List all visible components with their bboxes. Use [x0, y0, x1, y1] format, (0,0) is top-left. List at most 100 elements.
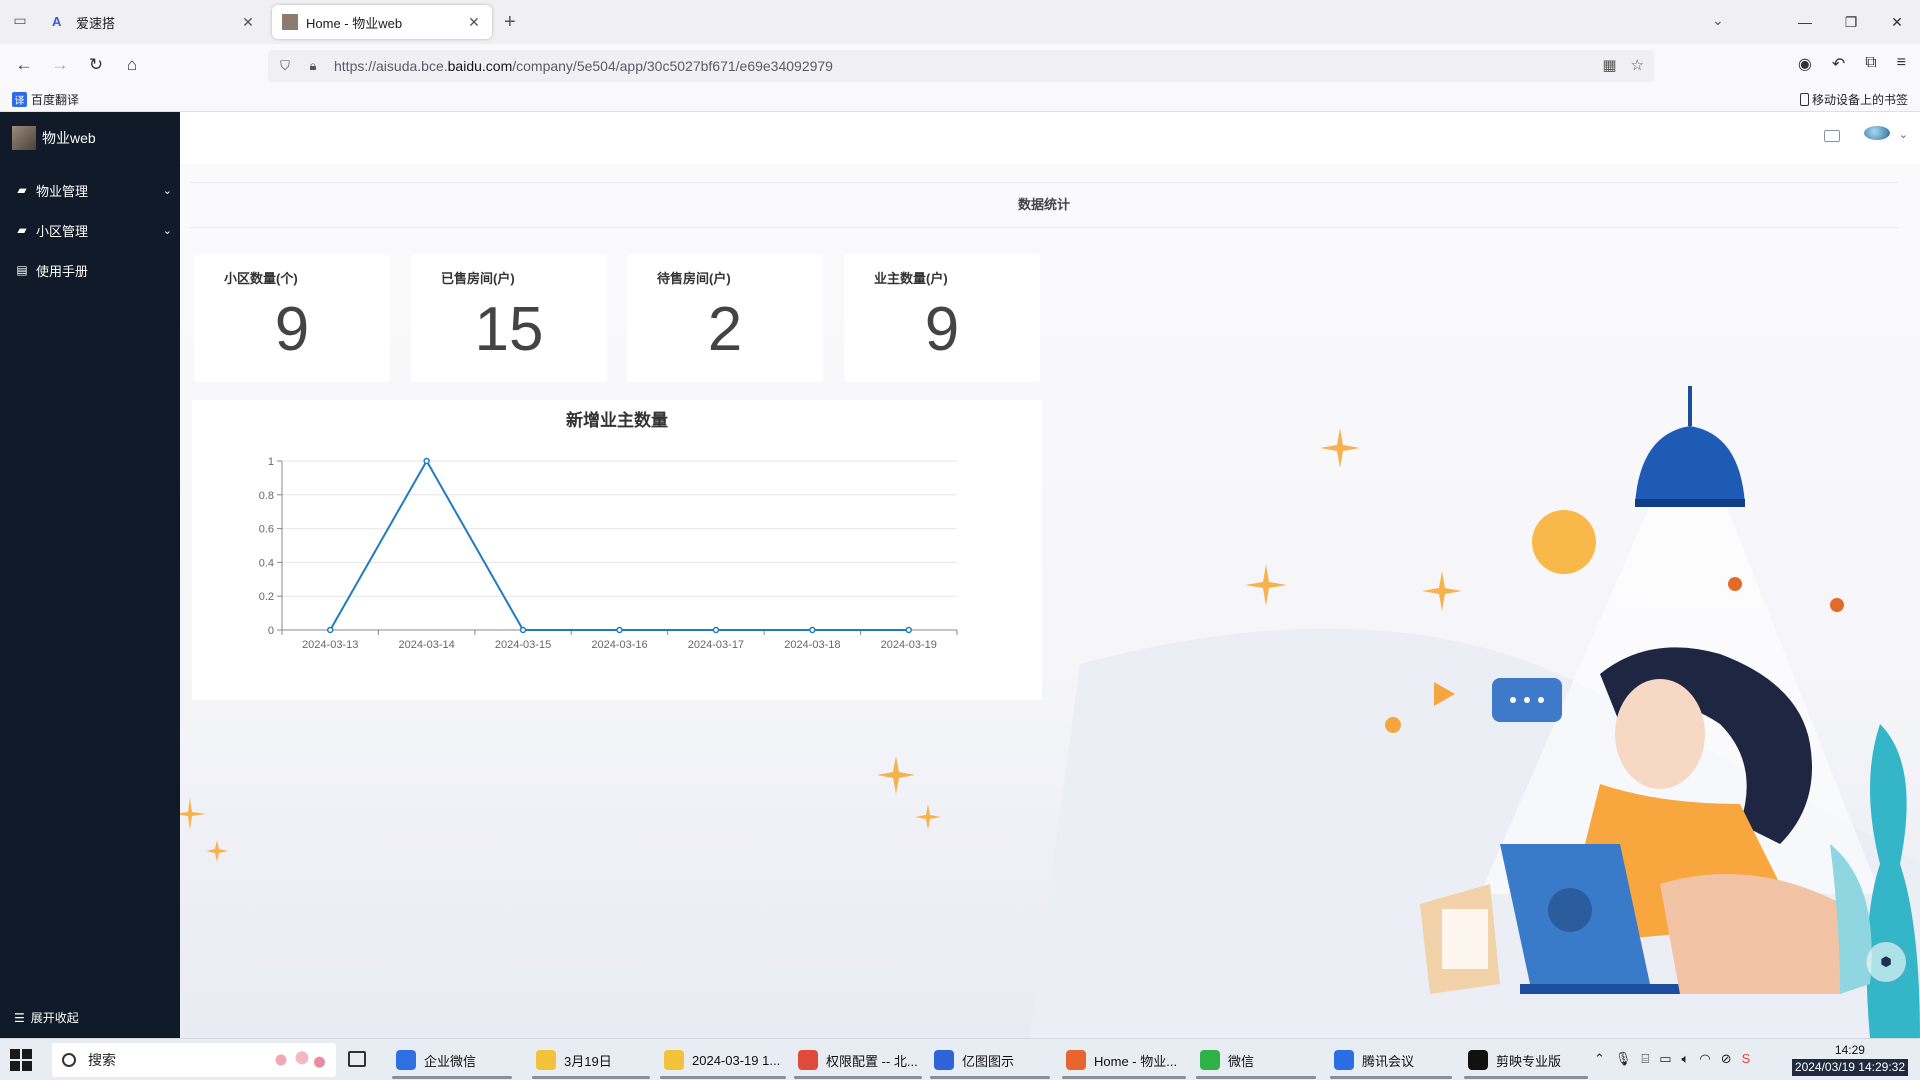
taskbar-app[interactable]: 微信 [1196, 1041, 1316, 1079]
running-indicator [1330, 1076, 1452, 1079]
battery-icon[interactable]: ▭ [1659, 1051, 1671, 1067]
taskbar-app[interactable]: 3月19日 [532, 1041, 650, 1079]
app-icon [1200, 1050, 1220, 1070]
windows-start-icon[interactable] [10, 1049, 32, 1071]
taskbar-app[interactable]: 亿图图示 [930, 1041, 1050, 1079]
lock-icon[interactable]: 🔒︎ [302, 58, 324, 74]
browser-tab-aisuda[interactable]: A 爱速搭 ✕ [42, 5, 266, 39]
new-tab-icon[interactable]: + [504, 11, 516, 34]
taskbar-search[interactable]: 搜索 [52, 1043, 336, 1077]
stat-value: 9 [924, 295, 960, 364]
chevron-up-icon[interactable]: ⌃ [1594, 1051, 1605, 1067]
network-icon[interactable]: ⌸ [1641, 1051, 1649, 1067]
undo-icon[interactable]: ↶ [1832, 54, 1845, 74]
stat-card-owners: 业主数量(户) 9 [844, 254, 1040, 382]
stat-card-sold-rooms: 已售房间(户) 15 [411, 254, 607, 382]
running-indicator [1464, 1076, 1588, 1079]
folder-icon: ▰ [17, 183, 27, 197]
browser-tab-home[interactable]: Home - 物业web ✕ [272, 5, 492, 39]
app-name: 物业web [42, 130, 96, 146]
aisuda-favicon-icon: A [52, 14, 62, 29]
running-indicator [930, 1076, 1050, 1079]
menu-icon[interactable]: ≡ [1897, 54, 1906, 74]
floating-assistant-button[interactable]: ⬢ [1866, 942, 1906, 982]
forward-icon[interactable]: → [48, 53, 72, 77]
y-tick-label: 0 [268, 625, 274, 637]
taskbar-app[interactable]: Home - 物业... [1062, 1041, 1186, 1079]
mobile-bookmarks[interactable]: 移动设备上的书签 [1799, 91, 1908, 108]
phone-icon [1799, 93, 1809, 106]
browser-tab-bar: ▭ A 爱速搭 ✕ Home - 物业web ✕ + ⌄ — ❐ ✕ [0, 0, 1920, 44]
minimize-icon[interactable]: — [1782, 0, 1828, 44]
sidebar-item-property[interactable]: ▰ 物业管理 ⌄ [0, 170, 180, 210]
sidebar-item-manual[interactable]: ▤ 使用手册 [0, 250, 180, 290]
home-icon[interactable]: ⌂ [120, 53, 144, 77]
taskbar-app-label: Home - 物业... [1094, 1053, 1178, 1069]
series-line [329, 458, 909, 631]
taskbar-app[interactable]: 剪映专业版 [1464, 1041, 1588, 1079]
running-indicator [1062, 1076, 1186, 1079]
tab-list-icon[interactable]: ▭ [10, 12, 30, 32]
close-window-icon[interactable]: ✕ [1874, 0, 1920, 44]
search-decoration-icon [260, 1049, 330, 1071]
tab-title: Home - 物业web [306, 15, 403, 31]
windows-taskbar: 搜索 企业微信 3月19日 2024-03-19 1... 权限配置 -- 北... 亿… [0, 1038, 1920, 1080]
app-icon [396, 1050, 416, 1070]
app-icon [1066, 1050, 1086, 1070]
chevron-down-icon[interactable]: ⌄ [1899, 128, 1908, 141]
stat-value: 9 [274, 295, 310, 364]
ime-icon[interactable]: S [1742, 1051, 1751, 1067]
main-content: 数据统计 小区数量(个) 9 已售房间(户) 15 待售房间(户) 2 业主数量… [180, 164, 1920, 1038]
extensions-icon[interactable]: ⧉ [1865, 54, 1876, 74]
taskbar-app-label: 亿图图示 [962, 1053, 1015, 1069]
tab-title: 爱速搭 [76, 15, 116, 31]
taskbar-app[interactable]: 2024-03-19 1... [660, 1041, 786, 1079]
task-view-icon[interactable] [348, 1051, 366, 1067]
message-icon[interactable] [1824, 130, 1840, 142]
data-point [519, 626, 527, 634]
close-icon[interactable]: ✕ [466, 14, 482, 31]
chevron-down-icon[interactable]: ⌄ [1712, 12, 1724, 29]
folder-icon: ▰ [17, 223, 27, 237]
user-avatar[interactable] [1864, 126, 1890, 140]
back-icon[interactable]: ← [12, 53, 36, 77]
shield-icon[interactable]: ⛉ [274, 58, 296, 74]
close-icon[interactable]: ✕ [240, 14, 256, 31]
account-icon[interactable]: ◉ [1798, 54, 1812, 74]
wifi-icon[interactable]: ◠ [1699, 1051, 1710, 1067]
sidebar-item-label: 物业管理 [36, 183, 89, 199]
sidebar-item-label: 小区管理 [36, 223, 89, 239]
chevron-down-icon: ⌄ [162, 224, 172, 237]
url-bar[interactable]: ⛉ 🔒︎ https://aisuda.bce.baidu.com/compan… [268, 50, 1654, 82]
taskbar-app-label: 权限配置 -- 北... [826, 1053, 918, 1069]
app-icon [1334, 1050, 1354, 1070]
reload-icon[interactable]: ↻ [84, 53, 108, 77]
no-notify-icon[interactable]: ⊘ [1721, 1051, 1732, 1067]
collapse-sidebar-button[interactable]: ☰ 展开收起 [14, 1009, 79, 1026]
microphone-icon[interactable]: 🎙︎ [1615, 1051, 1632, 1067]
taskbar-app[interactable]: 权限配置 -- 北... [794, 1041, 922, 1079]
taskbar-clock[interactable]: 14:29 2024/03/19 14:29:32 [1791, 1042, 1908, 1076]
app-icon [934, 1050, 954, 1070]
clock-time: 14:29 [1834, 1043, 1865, 1057]
data-point [712, 626, 720, 634]
taskbar-app[interactable]: 腾讯会议 [1330, 1041, 1452, 1079]
running-indicator [660, 1076, 786, 1079]
new-owners-line-chart: 0 0.2 0.4 0.6 0.8 1 2024-03-13 2024-03-14 2024-0… [259, 456, 958, 651]
qr-code-icon[interactable]: ▦ [1602, 56, 1616, 74]
volume-icon[interactable]: 🔈︎ [1682, 1051, 1690, 1067]
bookmark-baidu-translate[interactable]: 译 百度翻译 [12, 91, 79, 108]
page-favicon-icon [282, 14, 298, 30]
url-text[interactable]: https://aisuda.bce.baidu.com/company/5e5… [334, 58, 833, 74]
taskbar-app-label: 微信 [1228, 1053, 1255, 1069]
app-icon [536, 1050, 556, 1070]
restore-icon[interactable]: ❐ [1828, 0, 1874, 44]
x-tick-label: 2024-03-16 [591, 639, 647, 651]
new-owners-chart-card: 新增业主数量 0 0.2 0.4 0.6 0.8 1 2024-03-13 2024-03-1… [192, 400, 1042, 700]
data-point [326, 626, 334, 634]
y-tick-label: 0.2 [259, 591, 274, 603]
star-icon[interactable]: ☆ [1631, 56, 1644, 74]
app-logo[interactable]: 物业web [0, 112, 180, 164]
sidebar-item-community[interactable]: ▰ 小区管理 ⌄ [0, 210, 180, 250]
taskbar-app[interactable]: 企业微信 [392, 1041, 512, 1079]
